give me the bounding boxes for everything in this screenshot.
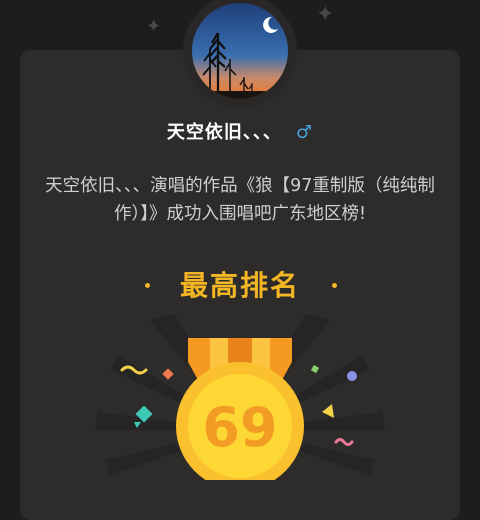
avatar-image: [192, 3, 288, 99]
sparkle-icon: ✦: [316, 2, 335, 27]
decorative-dot: [332, 283, 337, 288]
male-icon: ♂: [295, 122, 314, 143]
rank-title: 最高排名: [179, 269, 300, 302]
medal-icon: 69: [95, 314, 385, 480]
avatar[interactable]: [192, 3, 288, 99]
username[interactable]: 天空依旧、、、: [167, 122, 282, 143]
achievement-description: 天空依旧、、、演唱的作品《狼【97重制版（纯纯制作）】》成功入围唱吧广东地区榜!: [45, 176, 435, 224]
sparkle-icon: ✦: [146, 16, 162, 37]
username-row: 天空依旧、、、 ♂: [0, 118, 480, 144]
rank-number: 69: [202, 396, 277, 459]
medal-area: 69: [0, 300, 480, 480]
